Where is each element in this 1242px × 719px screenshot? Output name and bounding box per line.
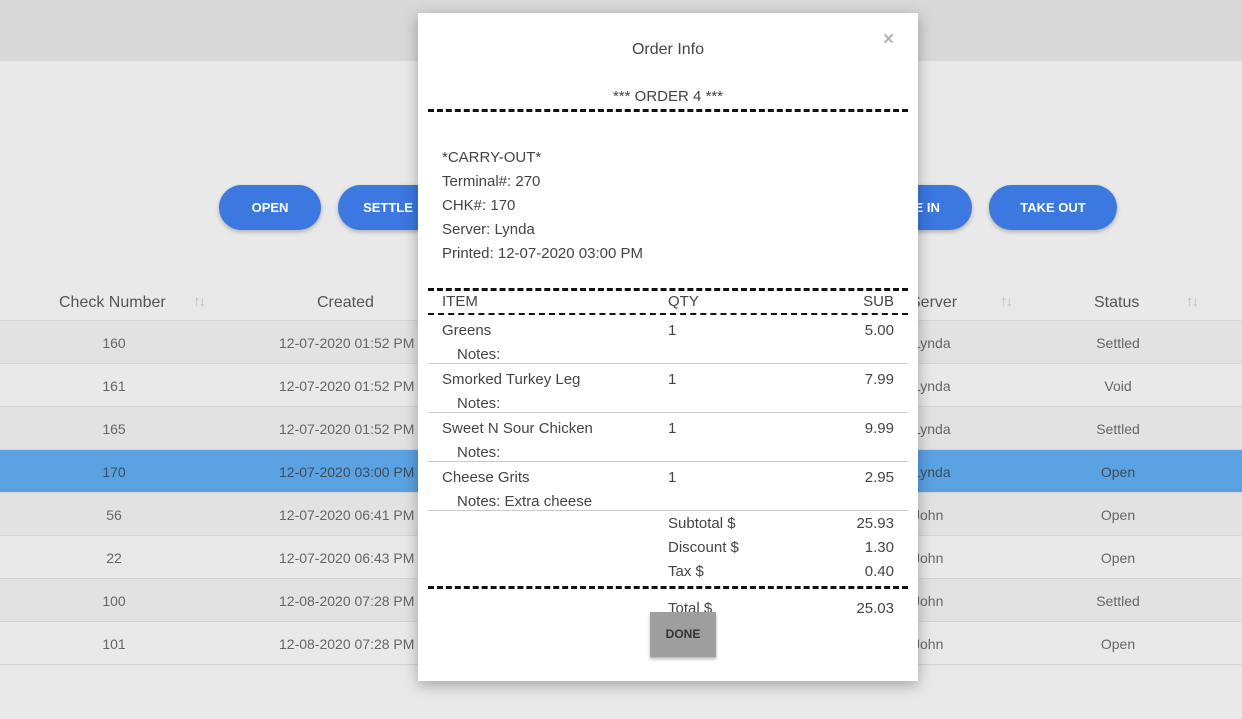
item-sub: 9.99: [864, 420, 894, 437]
created-cell: 12-08-2020 07:28 PM: [279, 636, 415, 652]
sort-icon[interactable]: ↑↓: [1000, 293, 1013, 310]
item-name: Greens: [442, 322, 492, 339]
server-name: Server: Lynda: [442, 221, 535, 238]
server-cell: Lynda: [913, 464, 951, 480]
receipt: *** ORDER 4 *** *CARRY-OUT* Terminal#: 2…: [428, 87, 908, 621]
sort-icon[interactable]: ↑↓: [193, 293, 206, 310]
terminal-number: Terminal#: 270: [442, 173, 541, 190]
check-number-cell: 101: [102, 636, 126, 652]
status-cell: Open: [1100, 464, 1136, 480]
order-info-modal: Order Info × *** ORDER 4 *** *CARRY-OUT*…: [418, 13, 918, 681]
item-qty: 1: [668, 420, 677, 437]
divider: [428, 586, 908, 589]
check-number-cell: 170: [102, 464, 126, 480]
item-name: Sweet N Sour Chicken: [442, 420, 593, 437]
item-notes: Notes:: [457, 346, 501, 363]
qty-column-header: QTY: [668, 293, 699, 310]
check-number-header[interactable]: Check Number: [59, 294, 166, 312]
item-line: Smorked Turkey Leg 1 7.99: [428, 368, 908, 392]
item-notes: Notes:: [457, 444, 501, 461]
created-cell: 12-07-2020 01:52 PM: [279, 378, 415, 394]
item-notes: Notes:: [457, 395, 501, 412]
check-number-cell: 161: [102, 378, 126, 394]
created-cell: 12-07-2020 01:52 PM: [279, 421, 415, 437]
discount-label: Discount $: [668, 539, 739, 556]
discount-row: Discount $ 1.30: [428, 536, 908, 560]
status-cell: Settled: [1096, 593, 1140, 609]
item-notes-line: Notes:: [428, 392, 908, 416]
subtotal-label: Subtotal $: [668, 515, 736, 532]
check-number-cell: 165: [102, 421, 126, 437]
tax-row: Tax $ 0.40: [428, 560, 908, 584]
item-line: Cheese Grits 1 2.95: [428, 466, 908, 490]
item-sub: 5.00: [864, 322, 894, 339]
item-qty: 1: [668, 469, 677, 486]
check-number-cell: 100: [102, 593, 126, 609]
sort-icon[interactable]: ↑↓: [1186, 293, 1199, 310]
open-filter-button[interactable]: OPEN: [219, 185, 321, 230]
created-cell: 12-07-2020 03:00 PM: [279, 464, 415, 480]
item-column-header: ITEM: [442, 293, 478, 310]
order-header: *** ORDER 4 ***: [612, 88, 724, 105]
check-number-cell: 22: [106, 550, 122, 566]
subtotal-row: Subtotal $ 25.93: [428, 512, 908, 536]
check-number: CHK#: 170: [442, 197, 516, 214]
server-cell: Lynda: [913, 335, 951, 351]
discount-value: 1.30: [864, 539, 894, 556]
item-notes: Notes: Extra cheese: [457, 493, 593, 510]
item-name: Cheese Grits: [442, 469, 530, 486]
totals: Subtotal $ 25.93 Discount $ 1.30 Tax $ 0…: [428, 511, 908, 584]
status-cell: Open: [1100, 550, 1136, 566]
status-cell: Settled: [1096, 421, 1140, 437]
close-icon[interactable]: ×: [883, 29, 894, 51]
check-number-cell: 56: [106, 507, 122, 523]
check-number-cell: 160: [102, 335, 126, 351]
take-out-filter-button[interactable]: TAKE OUT: [989, 185, 1117, 230]
status-cell: Void: [1104, 378, 1132, 394]
total-value: 25.03: [856, 600, 894, 617]
item-notes-line: Notes:: [428, 441, 908, 465]
printed-time: Printed: 12-07-2020 03:00 PM: [442, 245, 643, 262]
created-cell: 12-08-2020 07:28 PM: [279, 593, 415, 609]
item-line: Sweet N Sour Chicken 1 9.99: [428, 417, 908, 441]
receipt-item: Sweet N Sour Chicken 1 9.99 Notes:: [428, 413, 908, 462]
item-notes-line: Notes:: [428, 343, 908, 367]
receipt-item: Smorked Turkey Leg 1 7.99 Notes:: [428, 364, 908, 413]
server-cell: Lynda: [913, 421, 951, 437]
order-type: *CARRY-OUT*: [442, 149, 542, 166]
created-cell: 12-07-2020 01:52 PM: [279, 335, 415, 351]
receipt-item: Greens 1 5.00 Notes:: [428, 315, 908, 364]
server-cell: Lynda: [913, 378, 951, 394]
item-qty: 1: [668, 322, 677, 339]
subtotal-value: 25.93: [856, 515, 894, 532]
created-cell: 12-07-2020 06:41 PM: [279, 507, 415, 523]
item-line: Greens 1 5.00: [428, 319, 908, 343]
items-header: ITEM QTY SUB: [428, 291, 908, 313]
order-info: *CARRY-OUT* Terminal#: 270 CHK#: 170 Ser…: [428, 112, 908, 288]
item-name: Smorked Turkey Leg: [442, 371, 581, 388]
tax-value: 0.40: [864, 563, 894, 580]
done-button[interactable]: DONE: [650, 612, 716, 657]
status-cell: Open: [1100, 507, 1136, 523]
item-sub: 2.95: [864, 469, 894, 486]
item-notes-line: Notes: Extra cheese: [428, 490, 908, 514]
sub-column-header: SUB: [863, 293, 894, 310]
modal-title: Order Info: [631, 41, 705, 58]
status-cell: Open: [1100, 636, 1136, 652]
item-qty: 1: [668, 371, 677, 388]
status-cell: Settled: [1096, 335, 1140, 351]
created-header[interactable]: Created: [317, 294, 374, 312]
receipt-item: Cheese Grits 1 2.95 Notes: Extra cheese: [428, 462, 908, 511]
created-cell: 12-07-2020 06:43 PM: [279, 550, 415, 566]
status-header[interactable]: Status: [1094, 294, 1139, 312]
tax-label: Tax $: [668, 563, 704, 580]
item-sub: 7.99: [864, 371, 894, 388]
